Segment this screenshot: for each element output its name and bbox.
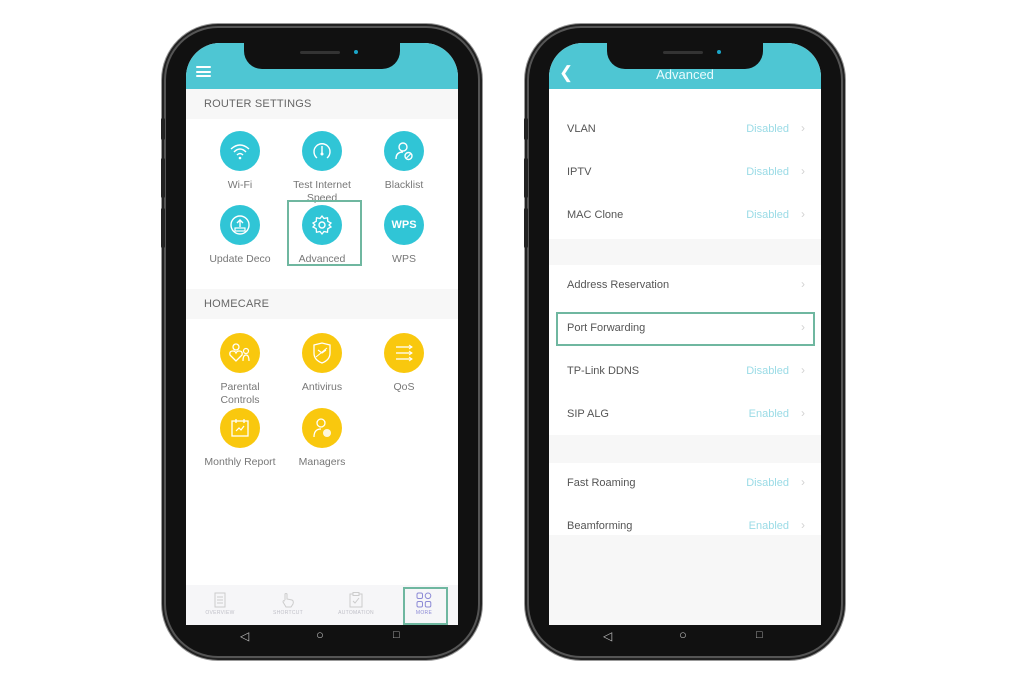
row-vlan[interactable]: VLAN Disabled › bbox=[549, 109, 821, 152]
screen-advanced: ❮ Advanced VLAN Disabled › IPTV Disabled… bbox=[549, 43, 821, 625]
tile-managers[interactable]: Managers bbox=[282, 408, 362, 469]
manager-icon bbox=[302, 408, 342, 448]
chevron-right-icon: › bbox=[801, 164, 805, 178]
hand-tap-icon bbox=[254, 592, 322, 608]
mute-switch bbox=[161, 118, 165, 140]
tab-overview[interactable]: OVERVIEW bbox=[186, 585, 254, 625]
tile-qos[interactable]: QoS bbox=[364, 333, 444, 394]
tile-update-deco[interactable]: Update Deco bbox=[200, 205, 280, 266]
tab-shortcut[interactable]: SHORTCUT bbox=[254, 585, 322, 625]
wifi-icon bbox=[220, 131, 260, 171]
clipboard-check-icon bbox=[322, 592, 390, 608]
tile-test-internet-speed[interactable]: Test Internet Speed bbox=[282, 131, 362, 205]
router-settings-header: ROUTER SETTINGS bbox=[186, 89, 458, 119]
calendar-report-icon bbox=[220, 408, 260, 448]
chevron-right-icon: › bbox=[801, 518, 805, 532]
chevron-right-icon: › bbox=[801, 277, 805, 291]
row-fast-roaming[interactable]: Fast Roaming Disabled › bbox=[549, 463, 821, 506]
qos-icon bbox=[384, 333, 424, 373]
upload-icon bbox=[220, 205, 260, 245]
settings-group-1: VLAN Disabled › IPTV Disabled › MAC Clon… bbox=[549, 89, 821, 239]
settings-group-3: Fast Roaming Disabled › Beamforming Enab… bbox=[549, 463, 821, 535]
tab-automation[interactable]: AUTOMATION bbox=[322, 585, 390, 625]
nav-home-icon[interactable]: ○ bbox=[679, 627, 687, 642]
more-tab-highlight-box bbox=[403, 587, 448, 625]
nav-recents-icon[interactable]: □ bbox=[756, 629, 763, 641]
row-address-reservation[interactable]: Address Reservation › bbox=[549, 265, 821, 308]
row-mac-clone[interactable]: MAC Clone Disabled › bbox=[549, 195, 821, 238]
notch bbox=[244, 43, 400, 69]
hamburger-icon[interactable] bbox=[196, 66, 211, 77]
nav-home-icon[interactable]: ○ bbox=[316, 627, 324, 642]
blocked-user-icon bbox=[384, 131, 424, 171]
row-tp-link-ddns[interactable]: TP-Link DDNS Disabled › bbox=[549, 351, 821, 394]
mute-switch bbox=[524, 118, 528, 140]
tile-wifi[interactable]: Wi-Fi bbox=[200, 131, 280, 192]
parental-controls-icon bbox=[220, 333, 260, 373]
speedometer-icon bbox=[302, 131, 342, 171]
tile-monthly-report[interactable]: Monthly Report bbox=[200, 408, 280, 469]
homecare-header: HOMECARE bbox=[186, 289, 458, 319]
chevron-right-icon: › bbox=[801, 475, 805, 489]
row-iptv[interactable]: IPTV Disabled › bbox=[549, 152, 821, 195]
nav-back-icon[interactable]: ◁ bbox=[603, 629, 612, 643]
document-icon bbox=[186, 592, 254, 608]
nav-recents-icon[interactable]: □ bbox=[393, 629, 400, 641]
volume-up-button bbox=[161, 158, 165, 198]
notch bbox=[607, 43, 763, 69]
shield-icon bbox=[302, 333, 342, 373]
settings-group-2: Address Reservation › Port Forwarding › … bbox=[549, 265, 821, 435]
settings-list: VLAN Disabled › IPTV Disabled › MAC Clon… bbox=[549, 89, 821, 625]
port-forwarding-highlight-box bbox=[556, 312, 815, 346]
phone-left: ROUTER SETTINGS Wi-Fi Test Internet Spee… bbox=[161, 28, 478, 656]
bottom-tab-bar: OVERVIEW SHORTCUT AUTOMATION MORE bbox=[186, 585, 458, 625]
chevron-right-icon: › bbox=[801, 207, 805, 221]
chevron-right-icon: › bbox=[801, 406, 805, 420]
volume-down-button bbox=[161, 208, 165, 248]
volume-down-button bbox=[524, 208, 528, 248]
advanced-highlight-box bbox=[287, 200, 362, 266]
tile-blacklist[interactable]: Blacklist bbox=[364, 131, 444, 192]
row-beamforming[interactable]: Beamforming Enabled › bbox=[549, 506, 821, 549]
wps-icon: WPS bbox=[384, 205, 424, 245]
android-nav-bar: ◁ ○ □ bbox=[186, 625, 458, 647]
chevron-right-icon: › bbox=[801, 121, 805, 135]
phone-right: ❮ Advanced VLAN Disabled › IPTV Disabled… bbox=[524, 28, 841, 656]
volume-up-button bbox=[524, 158, 528, 198]
android-nav-bar: ◁ ○ □ bbox=[549, 625, 821, 647]
nav-back-icon[interactable]: ◁ bbox=[240, 629, 249, 643]
tile-parental-controls[interactable]: Parental Controls bbox=[200, 333, 280, 407]
tile-antivirus[interactable]: Antivirus bbox=[282, 333, 362, 394]
tile-wps[interactable]: WPS WPS bbox=[364, 205, 444, 266]
row-sip-alg[interactable]: SIP ALG Enabled › bbox=[549, 394, 821, 437]
screen-more: ROUTER SETTINGS Wi-Fi Test Internet Spee… bbox=[186, 43, 458, 625]
page-title: Advanced bbox=[656, 67, 714, 82]
chevron-right-icon: › bbox=[801, 363, 805, 377]
